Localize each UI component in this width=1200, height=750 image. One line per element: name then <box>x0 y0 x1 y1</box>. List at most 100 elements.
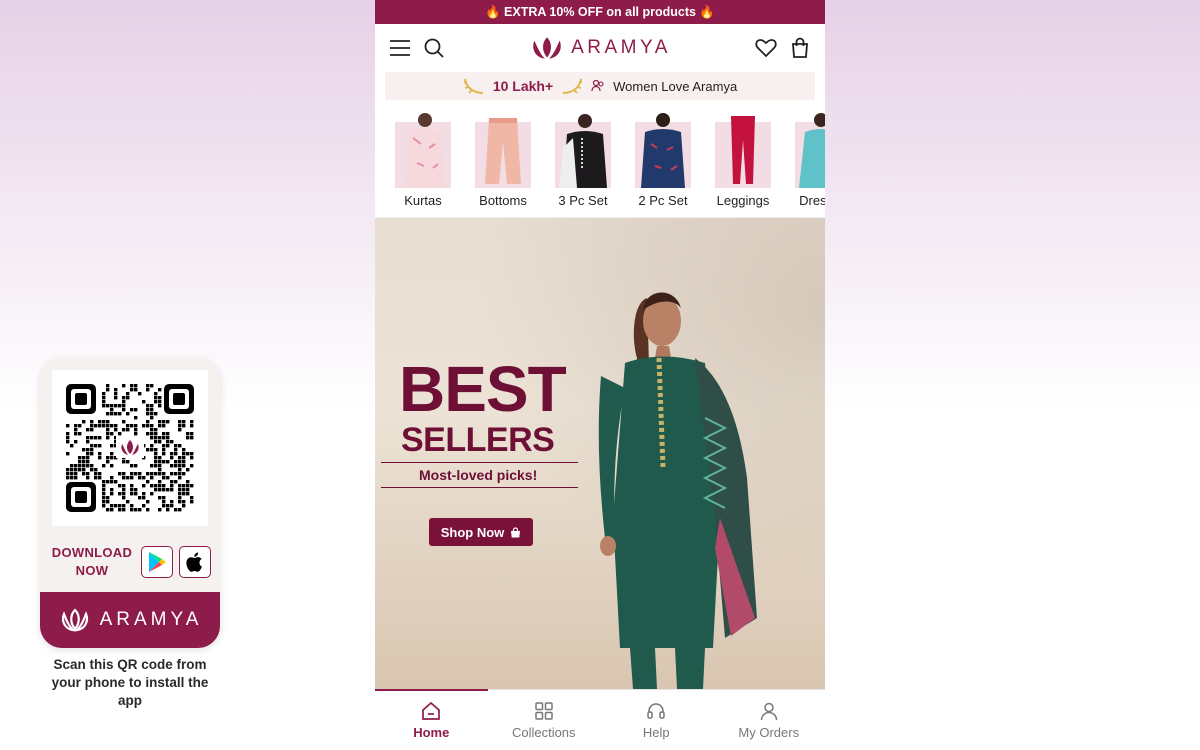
category-kurtas[interactable]: Kurtas <box>395 108 451 217</box>
qr-module <box>178 472 182 476</box>
category-leggings[interactable]: Leggings <box>715 108 771 217</box>
qr-module <box>66 424 70 428</box>
qr-module <box>146 432 150 436</box>
qr-module <box>162 444 166 448</box>
qr-module <box>90 428 94 432</box>
qr-module <box>146 408 150 412</box>
category-image <box>555 108 611 188</box>
qr-module <box>154 488 158 492</box>
qr-module <box>154 436 158 440</box>
qr-module <box>150 428 154 432</box>
app-store-button[interactable] <box>179 546 211 578</box>
qr-module <box>82 448 86 452</box>
category-label: Bottoms <box>479 193 527 208</box>
qr-module <box>134 428 138 432</box>
qr-module <box>134 508 138 512</box>
search-icon[interactable] <box>423 37 445 59</box>
qr-module <box>138 472 142 476</box>
category-dresses[interactable]: Dresses <box>795 108 825 217</box>
qr-module <box>174 460 178 464</box>
qr-module <box>142 400 146 404</box>
qr-module <box>178 424 182 428</box>
qr-module <box>94 476 98 480</box>
category-image <box>635 108 691 188</box>
qr-module <box>170 500 174 504</box>
nav-collections[interactable]: Collections <box>488 690 601 750</box>
qr-module <box>126 500 130 504</box>
qr-module <box>178 464 182 468</box>
best-sellers-banner[interactable]: BEST SELLERS Most-loved picks! Shop Now <box>375 218 825 689</box>
qr-module <box>186 492 190 496</box>
qr-module <box>134 388 138 392</box>
aramya-lotus-icon <box>533 37 561 59</box>
qr-module <box>86 460 90 464</box>
qr-module <box>102 464 106 468</box>
user-icon <box>760 702 777 720</box>
qr-module <box>126 428 130 432</box>
qr-module <box>158 420 162 424</box>
qr-module <box>158 464 162 468</box>
banner-tagline: Most-loved picks! <box>419 467 538 483</box>
qr-module <box>130 464 134 468</box>
qr-module <box>150 408 154 412</box>
qr-module <box>106 384 110 388</box>
qr-module <box>110 456 114 460</box>
nav-label: Help <box>642 724 670 740</box>
nav-help[interactable]: Help <box>600 690 713 750</box>
wishlist-heart-icon[interactable] <box>755 37 777 59</box>
qr-module <box>122 400 126 404</box>
category-bottoms[interactable]: Bottoms <box>475 108 531 217</box>
shop-now-button[interactable]: Shop Now <box>429 518 533 546</box>
qr-module <box>94 472 98 476</box>
qr-module <box>166 436 170 440</box>
qr-module <box>178 428 182 432</box>
qr-module <box>114 480 118 484</box>
qr-module <box>122 484 126 488</box>
qr-module <box>66 432 70 436</box>
qr-module <box>190 500 194 504</box>
qr-module <box>66 452 70 456</box>
qr-module <box>70 444 74 448</box>
qr-module <box>86 448 90 452</box>
nav-home[interactable]: Home <box>375 689 488 750</box>
qr-module <box>86 428 90 432</box>
qr-module <box>166 420 170 424</box>
menu-icon[interactable] <box>389 37 411 59</box>
qr-module <box>102 500 106 504</box>
qr-module <box>150 432 154 436</box>
qr-module <box>146 508 150 512</box>
qr-module <box>182 484 186 488</box>
qr-module <box>98 472 102 476</box>
qr-module <box>134 408 138 412</box>
qr-module <box>110 412 114 416</box>
promo-banner[interactable]: 🔥 EXTRA 10% OFF on all products 🔥 <box>375 0 825 24</box>
nav-my-orders[interactable]: My Orders <box>713 690 826 750</box>
qr-module <box>178 500 182 504</box>
qr-module <box>142 492 146 496</box>
shopping-bag-icon[interactable] <box>789 37 811 59</box>
apple-icon <box>186 552 202 572</box>
qr-module <box>122 488 126 492</box>
bag-icon <box>511 526 521 537</box>
qr-module <box>134 492 138 496</box>
qr-module <box>106 480 110 484</box>
google-play-button[interactable] <box>141 546 173 578</box>
qr-module <box>78 432 82 436</box>
qr-module <box>90 464 94 468</box>
qr-module <box>178 488 182 492</box>
qr-module <box>114 504 118 508</box>
qr-module <box>178 476 182 480</box>
qr-module <box>150 448 154 452</box>
brand-logo[interactable]: ARAMYA <box>529 35 671 61</box>
qr-module <box>158 484 162 488</box>
banner-subtitle: SELLERS <box>401 421 555 459</box>
qr-module <box>86 456 90 460</box>
qr-module <box>102 396 106 400</box>
category-2pc-set[interactable]: 2 Pc Set <box>635 108 691 217</box>
qr-module <box>122 460 126 464</box>
category-3pc-set[interactable]: 3 Pc Set <box>555 108 611 217</box>
qr-module <box>106 428 110 432</box>
qr-module <box>178 496 182 500</box>
qr-module <box>110 408 114 412</box>
qr-module <box>158 456 162 460</box>
